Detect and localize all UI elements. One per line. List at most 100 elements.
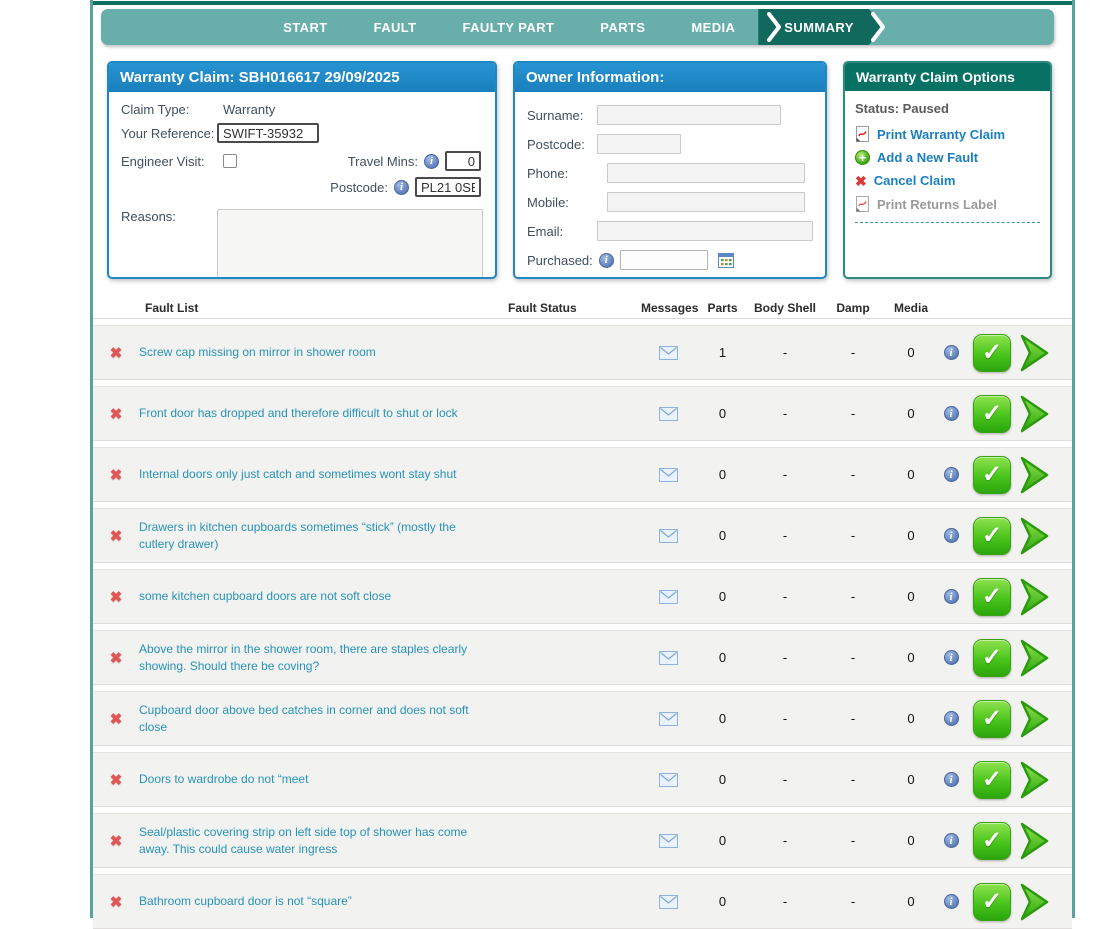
fault-info-icon[interactable]: i bbox=[944, 345, 959, 360]
calendar-icon[interactable] bbox=[718, 253, 734, 268]
messages-envelope-icon[interactable] bbox=[641, 407, 695, 421]
delete-fault-icon[interactable]: ✖ bbox=[93, 771, 139, 789]
open-fault-arrow[interactable] bbox=[1018, 759, 1072, 801]
header-damp: Damp bbox=[820, 301, 886, 315]
nav-step-faulty-part[interactable]: FAULTY PART bbox=[463, 20, 555, 35]
open-fault-arrow[interactable] bbox=[1018, 393, 1072, 435]
delete-fault-icon[interactable]: ✖ bbox=[93, 893, 139, 911]
fault-info-icon[interactable]: i bbox=[944, 528, 959, 543]
open-fault-arrow[interactable] bbox=[1018, 820, 1072, 862]
your-reference-input[interactable] bbox=[217, 123, 319, 143]
fault-info-icon[interactable]: i bbox=[944, 406, 959, 421]
messages-envelope-icon[interactable] bbox=[641, 712, 695, 726]
fault-info-icon[interactable]: i bbox=[944, 894, 959, 909]
fault-info-icon[interactable]: i bbox=[944, 772, 959, 787]
nav-step-parts[interactable]: PARTS bbox=[600, 20, 645, 35]
nav-step-summary-active[interactable]: SUMMARY bbox=[767, 9, 885, 45]
engineer-visit-checkbox[interactable] bbox=[223, 154, 237, 168]
media-count: 0 bbox=[886, 589, 936, 604]
messages-envelope-icon[interactable] bbox=[641, 651, 695, 665]
delete-fault-icon[interactable]: ✖ bbox=[93, 588, 139, 606]
nav-step-fault[interactable]: FAULT bbox=[374, 20, 417, 35]
delete-fault-icon[interactable]: ✖ bbox=[93, 710, 139, 728]
open-fault-arrow[interactable] bbox=[1018, 454, 1072, 496]
fault-row: ✖ some kitchen cupboard doors are not so… bbox=[93, 569, 1072, 624]
parts-count: 0 bbox=[695, 894, 750, 909]
fault-description-link[interactable]: Internal doors only just catch and somet… bbox=[139, 466, 499, 482]
open-fault-arrow[interactable] bbox=[1018, 515, 1072, 557]
delete-fault-icon[interactable]: ✖ bbox=[93, 527, 139, 545]
travel-mins-info-icon[interactable]: i bbox=[424, 154, 439, 169]
messages-envelope-icon[interactable] bbox=[641, 529, 695, 543]
fault-info-icon[interactable]: i bbox=[944, 833, 959, 848]
email-label: Email: bbox=[527, 224, 597, 239]
delete-fault-icon[interactable]: ✖ bbox=[93, 832, 139, 850]
approve-fault-button[interactable]: ✓ bbox=[973, 700, 1011, 738]
fault-description-link[interactable]: Drawers in kitchen cupboards sometimes “… bbox=[139, 519, 499, 551]
fault-info-icon[interactable]: i bbox=[944, 589, 959, 604]
open-fault-arrow[interactable] bbox=[1018, 698, 1072, 740]
open-fault-arrow[interactable] bbox=[1018, 881, 1072, 923]
fault-description-link[interactable]: some kitchen cupboard doors are not soft… bbox=[139, 588, 499, 604]
delete-fault-icon[interactable]: ✖ bbox=[93, 405, 139, 423]
fault-info-icon[interactable]: i bbox=[944, 650, 959, 665]
header-body-shell: Body Shell bbox=[750, 301, 820, 315]
fault-rows-container: ✖ Screw cap missing on mirror in shower … bbox=[93, 325, 1072, 929]
fault-description-link[interactable]: Screw cap missing on mirror in shower ro… bbox=[139, 344, 499, 360]
fault-description-link[interactable]: Bathroom cupboard door is not “square” bbox=[139, 893, 499, 909]
nav-step-summary-label: SUMMARY bbox=[784, 20, 853, 35]
fault-info-icon[interactable]: i bbox=[944, 467, 959, 482]
cancel-claim-link[interactable]: ✖ Cancel Claim bbox=[855, 173, 1040, 188]
mobile-input[interactable] bbox=[607, 192, 805, 212]
fault-row: ✖ Front door has dropped and therefore d… bbox=[93, 386, 1072, 441]
fault-row: ✖ Drawers in kitchen cupboards sometimes… bbox=[93, 508, 1072, 563]
messages-envelope-icon[interactable] bbox=[641, 834, 695, 848]
fault-description-link[interactable]: Front door has dropped and therefore dif… bbox=[139, 405, 499, 421]
messages-envelope-icon[interactable] bbox=[641, 895, 695, 909]
approve-fault-button[interactable]: ✓ bbox=[973, 456, 1011, 494]
approve-fault-button[interactable]: ✓ bbox=[973, 334, 1011, 372]
messages-envelope-icon[interactable] bbox=[641, 346, 695, 360]
approve-fault-button[interactable]: ✓ bbox=[973, 883, 1011, 921]
add-new-fault-link[interactable]: + Add a New Fault bbox=[855, 150, 1040, 165]
fault-info-icon[interactable]: i bbox=[944, 711, 959, 726]
open-fault-arrow[interactable] bbox=[1018, 332, 1072, 374]
media-count: 0 bbox=[886, 833, 936, 848]
email-input[interactable] bbox=[597, 221, 813, 241]
fault-description-link[interactable]: Seal/plastic covering strip on left side… bbox=[139, 824, 499, 856]
approve-fault-button[interactable]: ✓ bbox=[973, 517, 1011, 555]
approve-fault-button[interactable]: ✓ bbox=[973, 639, 1011, 677]
fault-description-link[interactable]: Cupboard door above bed catches in corne… bbox=[139, 702, 499, 734]
fault-description-link[interactable]: Above the mirror in the shower room, the… bbox=[139, 641, 499, 673]
claim-postcode-info-icon[interactable]: i bbox=[394, 180, 409, 195]
purchased-info-icon[interactable]: i bbox=[599, 253, 614, 268]
messages-envelope-icon[interactable] bbox=[641, 468, 695, 482]
claim-postcode-input[interactable] bbox=[415, 177, 481, 197]
owner-postcode-input[interactable] bbox=[597, 134, 681, 154]
purchased-date-input[interactable] bbox=[620, 250, 708, 270]
approve-fault-button[interactable]: ✓ bbox=[973, 822, 1011, 860]
travel-mins-input[interactable] bbox=[445, 151, 481, 171]
approve-fault-button[interactable]: ✓ bbox=[973, 761, 1011, 799]
delete-fault-icon[interactable]: ✖ bbox=[93, 649, 139, 667]
fault-description-link[interactable]: Doors to wardrobe do not “meet bbox=[139, 771, 499, 787]
nav-step-media[interactable]: MEDIA bbox=[691, 20, 735, 35]
parts-count: 0 bbox=[695, 467, 750, 482]
delete-fault-icon[interactable]: ✖ bbox=[93, 466, 139, 484]
approve-fault-button[interactable]: ✓ bbox=[973, 395, 1011, 433]
summary-panels-row: Warranty Claim: SBH016617 29/09/2025 Cla… bbox=[107, 61, 1052, 279]
delete-fault-icon[interactable]: ✖ bbox=[93, 344, 139, 362]
fault-row: ✖ Screw cap missing on mirror in shower … bbox=[93, 325, 1072, 380]
print-warranty-claim-link[interactable]: Print Warranty Claim bbox=[855, 126, 1040, 142]
green-arrow-icon bbox=[1018, 332, 1050, 374]
open-fault-arrow[interactable] bbox=[1018, 637, 1072, 679]
open-fault-arrow[interactable] bbox=[1018, 576, 1072, 618]
messages-envelope-icon[interactable] bbox=[641, 590, 695, 604]
reasons-textarea[interactable] bbox=[217, 209, 483, 279]
surname-input[interactable] bbox=[597, 105, 781, 125]
messages-envelope-icon[interactable] bbox=[641, 773, 695, 787]
damp-value: - bbox=[820, 772, 886, 787]
approve-fault-button[interactable]: ✓ bbox=[973, 578, 1011, 616]
nav-step-start[interactable]: START bbox=[283, 20, 327, 35]
phone-input[interactable] bbox=[607, 163, 805, 183]
